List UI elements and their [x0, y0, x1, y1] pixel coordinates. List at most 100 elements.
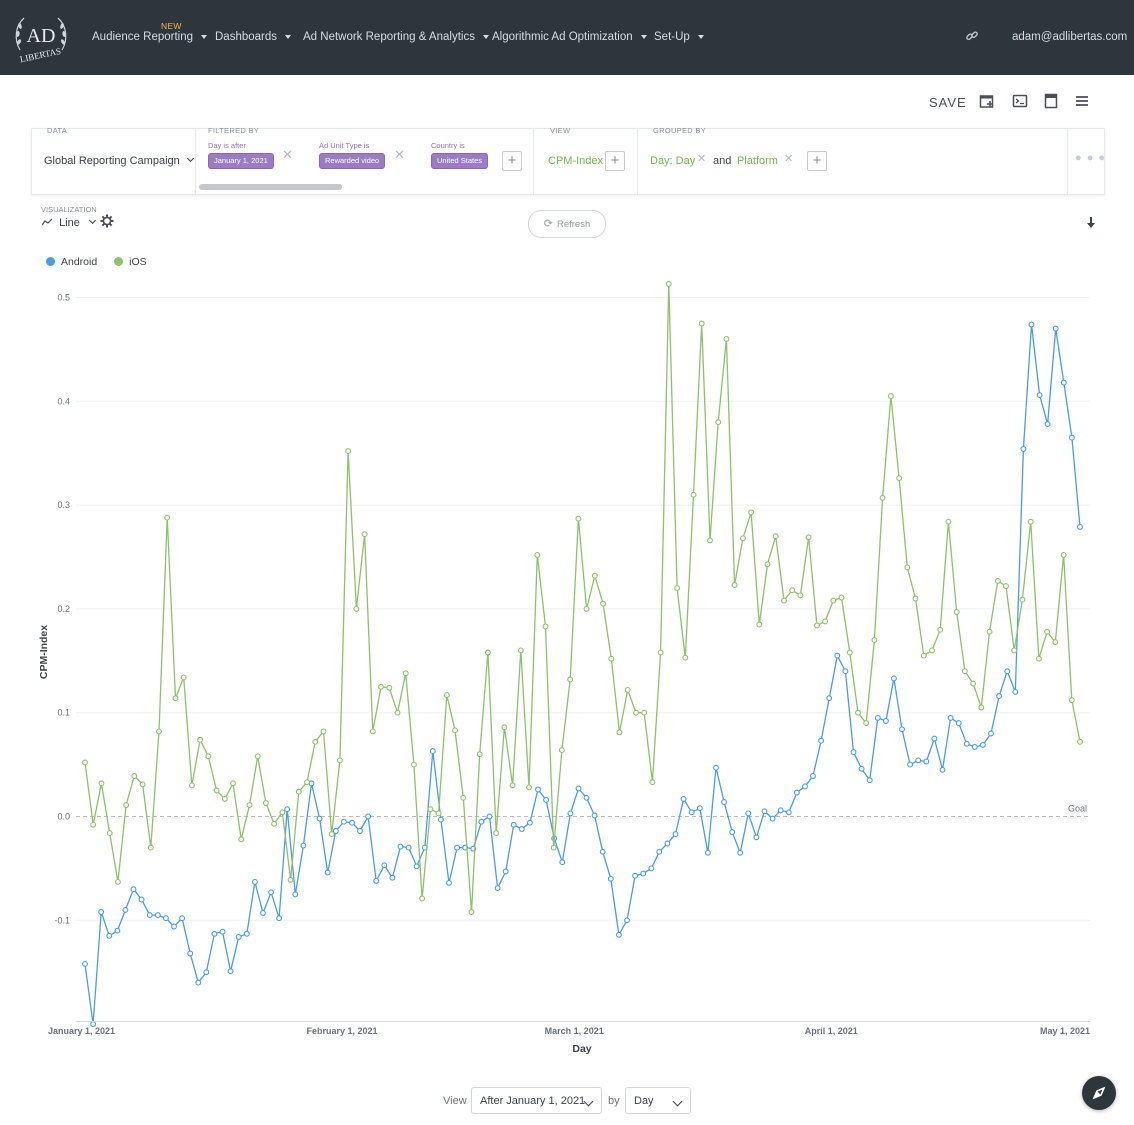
data-point — [567, 810, 574, 817]
data-point — [227, 968, 234, 975]
data-point — [381, 862, 388, 869]
data-point — [405, 844, 412, 851]
data-point — [320, 728, 327, 735]
data-point — [680, 795, 687, 802]
data-point — [219, 928, 226, 935]
data-point — [899, 726, 905, 733]
data-point — [130, 886, 137, 893]
data-point — [197, 736, 204, 743]
data-point — [336, 757, 343, 764]
data-point — [509, 782, 516, 789]
y-tick-label: 0.4 — [57, 396, 70, 406]
data-point — [221, 795, 228, 802]
data-point — [615, 931, 622, 938]
x-axis-title: Day — [572, 1043, 591, 1055]
data-point — [187, 950, 194, 957]
data-point — [978, 704, 985, 711]
data-point — [271, 820, 278, 827]
data-point — [139, 781, 146, 788]
data-point — [180, 674, 187, 681]
data-point — [558, 747, 565, 754]
data-point — [188, 782, 195, 789]
data-point — [707, 537, 713, 544]
data-point — [970, 680, 977, 687]
data-point — [994, 577, 1001, 584]
data-point — [279, 809, 286, 816]
data-point — [164, 514, 171, 521]
data-point — [413, 863, 420, 870]
y-tick-label: 0.5 — [57, 293, 70, 303]
data-point — [534, 551, 541, 558]
data-point — [211, 930, 218, 937]
data-point — [550, 844, 557, 851]
data-point — [328, 831, 335, 838]
data-point — [929, 647, 935, 654]
data-point — [607, 875, 614, 882]
data-point — [526, 784, 532, 791]
data-point — [813, 622, 820, 629]
data-point — [737, 849, 744, 856]
data-point — [361, 531, 368, 538]
data-point — [729, 829, 736, 836]
data-point — [830, 597, 837, 604]
data-point — [739, 535, 746, 542]
data-point — [1068, 434, 1075, 441]
data-point — [162, 915, 169, 922]
data-point — [937, 626, 944, 633]
data-point — [123, 802, 130, 809]
data-point — [300, 842, 307, 849]
data-point — [246, 802, 253, 809]
data-point — [172, 695, 179, 702]
data-point — [802, 783, 808, 790]
data-point — [518, 826, 525, 832]
data-point — [397, 843, 404, 850]
data-point — [476, 751, 483, 758]
x-tick-label: May 1, 2021 — [1040, 1026, 1090, 1036]
data-point — [600, 600, 607, 607]
data-point — [633, 709, 639, 716]
data-point — [312, 738, 319, 745]
data-point — [690, 491, 697, 498]
data-point — [454, 844, 461, 851]
data-point — [1036, 392, 1043, 399]
x-tick-label: January 1, 2021 — [48, 1026, 115, 1036]
data-point — [410, 761, 417, 768]
data-point — [850, 749, 857, 756]
data-point — [378, 683, 384, 690]
data-point — [923, 758, 930, 765]
granularity-select[interactable]: Day — [625, 1087, 691, 1114]
data-point — [98, 909, 105, 915]
data-point — [154, 912, 161, 919]
data-point — [664, 840, 671, 847]
data-point — [810, 773, 816, 779]
data-point — [1077, 738, 1083, 745]
data-point — [696, 805, 703, 812]
data-point — [761, 808, 768, 815]
data-point — [287, 876, 294, 883]
data-point — [1028, 321, 1035, 328]
data-point — [486, 813, 493, 820]
data-point — [721, 799, 728, 805]
data-point — [345, 448, 352, 455]
data-point — [826, 695, 833, 702]
data-point — [1044, 421, 1051, 428]
date-range-select[interactable]: After January 1, 2021 — [471, 1087, 602, 1114]
data-point — [1027, 518, 1034, 525]
data-point — [1004, 668, 1011, 675]
data-point — [785, 809, 792, 816]
data-point — [251, 878, 258, 885]
data-point — [243, 930, 250, 937]
data-point — [748, 509, 755, 516]
data-point — [114, 878, 121, 885]
data-point — [777, 807, 784, 814]
data-point — [866, 777, 873, 784]
explore-button[interactable] — [1082, 1076, 1116, 1110]
y-tick-label: 0.1 — [57, 708, 70, 718]
data-point — [435, 810, 442, 817]
data-point — [723, 336, 730, 342]
data-point — [715, 419, 722, 426]
series-line-ios — [84, 283, 1081, 913]
data-point — [858, 765, 865, 772]
data-point — [494, 885, 501, 892]
data-point — [871, 637, 878, 643]
